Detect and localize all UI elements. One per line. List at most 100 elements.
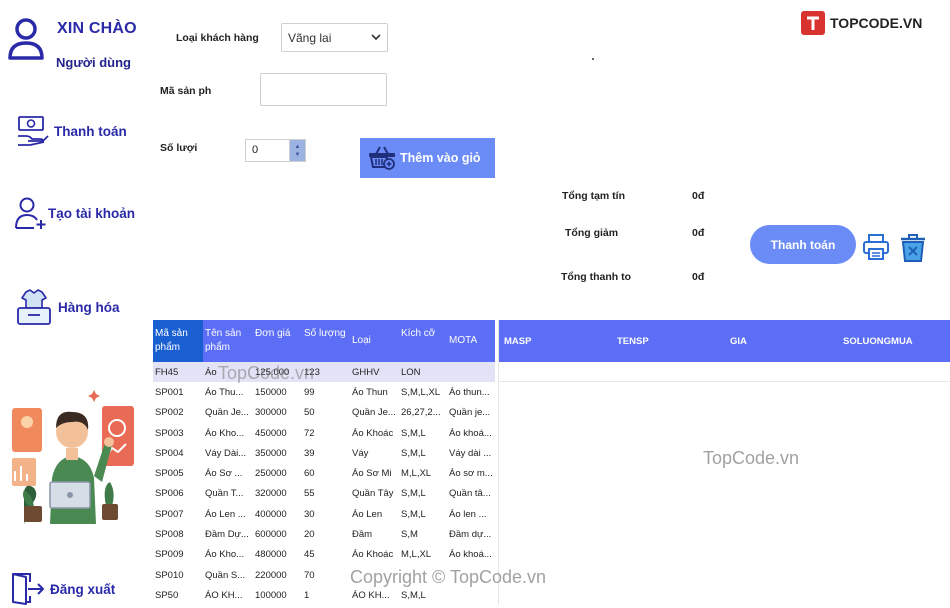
product-table-header: Mã sản phẩm Tên sản phẩm Đơn giá Số lượn…: [153, 320, 495, 362]
table-cell: Quần tâ...: [449, 488, 491, 500]
table-cell: S,M,L: [401, 488, 426, 500]
table-cell: S,M,L: [401, 508, 426, 520]
nav-logout[interactable]: Đăng xuất: [10, 572, 115, 606]
table-cell: Áo Thu...: [205, 386, 244, 398]
greeting-title: XIN CHÀO: [57, 20, 137, 37]
col-product-code[interactable]: Mã sản phẩm: [153, 320, 203, 362]
col-gia[interactable]: GIA: [730, 336, 843, 347]
table-row[interactable]: SP002 Quần Je... 300000 50 Quần Je... 26,27,2…: [153, 403, 495, 423]
table-cell: 220000: [255, 569, 287, 581]
table-cell: SP007: [155, 508, 184, 520]
customer-type-value: Vãng lai: [288, 30, 332, 45]
watermark-text: TopCode.vn: [218, 363, 315, 383]
chevron-down-icon: [371, 34, 381, 41]
table-cell: 45: [304, 549, 315, 561]
table-cell: SP008: [155, 529, 184, 541]
nav-logout-label: Đăng xuất: [50, 581, 116, 597]
user-name: Người dùng: [56, 55, 131, 70]
table-cell: SP006: [155, 488, 184, 500]
delete-bin-icon[interactable]: [899, 233, 927, 263]
discount-label: Tổng giảm: [565, 227, 619, 239]
col-soluongmua[interactable]: SOLUONGMUA: [843, 336, 943, 347]
spinner-arrows[interactable]: ▲ ▼: [289, 140, 305, 161]
table-cell: Đầm: [352, 529, 373, 541]
spinner-down-icon[interactable]: ▼: [295, 151, 301, 159]
nav-payment[interactable]: Thanh toán: [16, 114, 127, 148]
col-quantity[interactable]: Số lượng: [302, 320, 350, 362]
print-icon[interactable]: [862, 233, 890, 261]
table-cell: Quần T...: [205, 488, 244, 500]
col-tensp[interactable]: TENSP: [617, 336, 730, 347]
table-row[interactable]: FH45 Áo 125.000 123 GHHV LON: [153, 362, 495, 383]
nav-create-account[interactable]: Tạo tài khoản: [14, 196, 135, 230]
quantity-label: Số lượi: [160, 142, 198, 154]
product-code-label: Mã sản ph: [160, 85, 212, 97]
table-cell: Áo khoá...: [449, 549, 492, 561]
discount-value: 0đ: [692, 227, 705, 239]
divider-dot: [592, 58, 594, 60]
table-cell: Áo Kho...: [205, 427, 245, 439]
spinner-up-icon[interactable]: ▲: [295, 143, 301, 151]
add-user-icon: [15, 197, 46, 229]
customer-type-select[interactable]: Vãng lai: [281, 23, 388, 52]
table-cell: Áo thun...: [449, 386, 490, 398]
table-cell: Váy Dài...: [205, 447, 247, 459]
table-row[interactable]: SP50 ÁO KH... 100000 1 ÁO KH... S,M,L: [153, 585, 495, 605]
table-cell: ÁO KH...: [352, 589, 390, 601]
table-cell: Đầm Dự...: [205, 529, 249, 541]
topcode-logo: TOPCODE.VN: [800, 10, 922, 36]
col-type[interactable]: Loại: [350, 320, 399, 362]
add-to-cart-label: Thêm vào giỏ: [400, 151, 481, 165]
table-cell: 600000: [255, 529, 287, 541]
table-row[interactable]: SP003 Áo Kho... 450000 72 Áo Khoác S,M,L Áo kh…: [153, 423, 495, 443]
sidebar: XIN CHÀO Người dùng Thanh toán Tạo tài k…: [0, 0, 150, 608]
subtotal-label: Tổng tạm tín: [562, 190, 625, 202]
col-description[interactable]: MOTA: [447, 320, 495, 362]
quantity-stepper[interactable]: 0 ▲ ▼: [245, 139, 306, 162]
table-cell: S,M: [401, 529, 418, 541]
table-cell: Đầm dự...: [449, 529, 492, 541]
table-cell: SP50: [155, 589, 179, 601]
table-cell: 480000: [255, 549, 287, 561]
table-cell: Váy dài ...: [449, 447, 492, 459]
table-cell: M,L,XL: [401, 468, 432, 480]
col-masp[interactable]: MASP: [504, 336, 617, 347]
table-cell: LON: [401, 366, 421, 378]
table-cell: ÁO KH...: [205, 589, 243, 601]
table-cell: 350000: [255, 447, 287, 459]
grand-total-label: Tổng thanh to: [561, 271, 631, 283]
col-size[interactable]: Kích cỡ: [399, 320, 447, 362]
col-unit-price[interactable]: Đơn giá: [253, 320, 302, 362]
table-cell: Áo Len ...: [205, 508, 246, 520]
table-row[interactable]: SP009 Áo Kho... 480000 45 Áo Khoác M,L,XL Áo k…: [153, 545, 495, 565]
table-row[interactable]: SP005 Áo Sơ ... 250000 60 Áo Sơ Mi M,L,XL Áo s…: [153, 463, 495, 483]
add-to-cart-button[interactable]: Thêm vào giỏ: [360, 138, 495, 178]
table-cell: SP003: [155, 427, 184, 439]
table-cell: S,M,L,XL: [401, 386, 441, 398]
table-cell: SP010: [155, 569, 184, 581]
pay-button[interactable]: Thanh toán: [750, 225, 856, 264]
table-cell: Quần je...: [449, 407, 491, 419]
product-table[interactable]: Mã sản phẩm Tên sản phẩm Đơn giá Số lượn…: [153, 320, 495, 606]
table-cell: 70: [304, 569, 315, 581]
product-code-input[interactable]: [260, 73, 387, 106]
table-cell: Áo Kho...: [205, 549, 245, 561]
grand-total-value: 0đ: [692, 271, 705, 283]
table-row[interactable]: SP008 Đầm Dự... 600000 20 Đầm S,M Đầm dự...: [153, 524, 495, 544]
nav-goods[interactable]: Hàng hóa: [16, 288, 120, 326]
col-product-name[interactable]: Tên sản phẩm: [203, 320, 253, 362]
illustration: [12, 390, 134, 524]
table-cell: 100000: [255, 589, 287, 601]
table-row[interactable]: SP006 Quần T... 320000 55 Quần Tây S,M,L Quần …: [153, 484, 495, 504]
table-row[interactable]: SP004 Váy Dài... 350000 39 Váy S,M,L Váy dài .…: [153, 443, 495, 463]
table-row[interactable]: SP001 Áo Thu... 150000 99 Áo Thun S,M,L,XL Áo …: [153, 382, 495, 402]
table-row[interactable]: SP007 Áo Len ... 400000 30 Áo Len S,M,L Áo len…: [153, 504, 495, 524]
cart-row-divider: [499, 381, 950, 382]
table-cell: S,M,L: [401, 427, 426, 439]
table-cell: Áo khoá...: [449, 427, 492, 439]
table-cell: 1: [304, 589, 310, 601]
table-cell: 39: [304, 447, 315, 459]
subtotal-value: 0đ: [692, 190, 705, 202]
table-cell: 250000: [255, 468, 287, 480]
quantity-value: 0: [252, 144, 259, 156]
